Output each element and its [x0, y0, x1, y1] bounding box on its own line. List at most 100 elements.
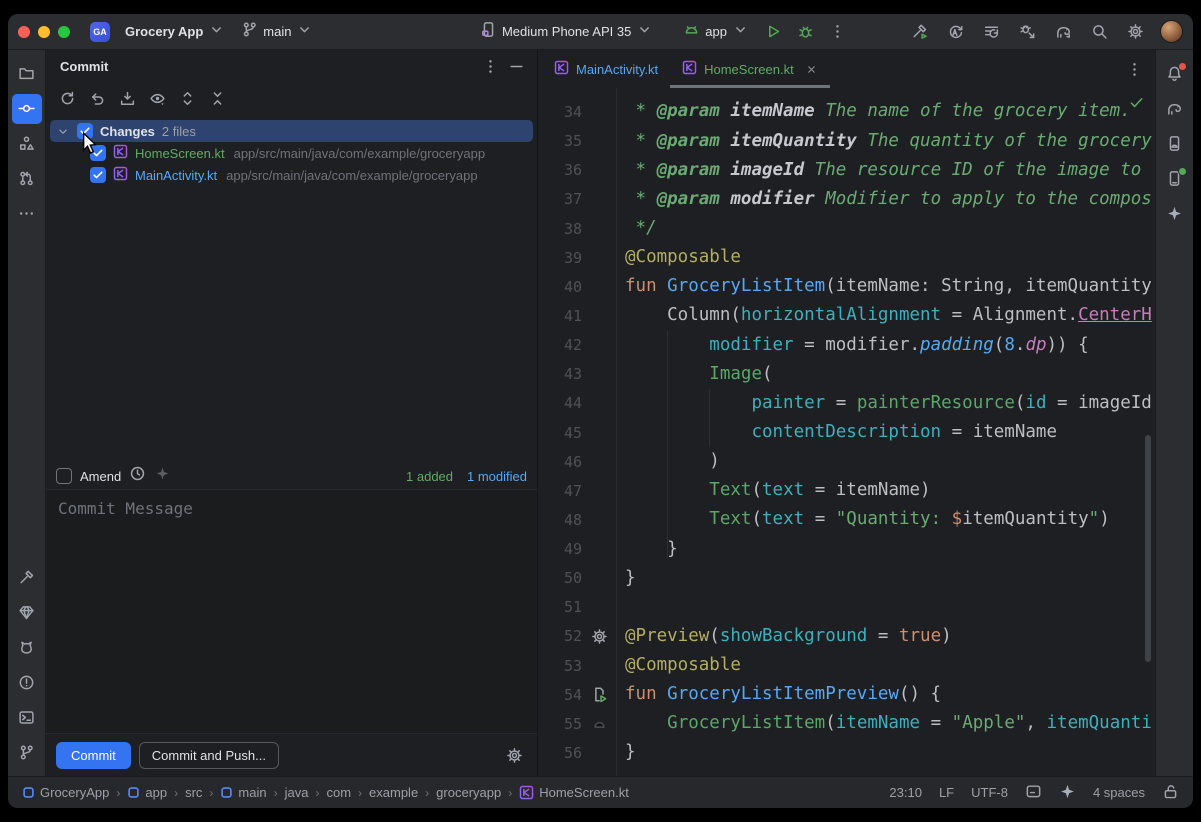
window-controls [18, 26, 70, 38]
breadcrumb-item[interactable]: HomeScreen.kt [519, 785, 629, 800]
breadcrumb-item[interactable]: GroceryApp [22, 785, 109, 800]
project-widget[interactable]: Grocery App [120, 18, 230, 46]
preview-run-gutter-icon[interactable] [582, 686, 616, 703]
show-diff-icon[interactable] [144, 85, 170, 111]
tool-window-running-devices-icon[interactable] [1160, 164, 1190, 194]
rollback-icon[interactable] [84, 85, 110, 111]
breadcrumb-item[interactable]: com [326, 785, 351, 800]
changed-file-row[interactable]: HomeScreen.kt app/src/main/java/com/exam… [50, 142, 533, 164]
right-tool-stripe [1155, 50, 1193, 776]
code-line-43: 43 Image( [538, 360, 1155, 389]
commit-settings-gear-icon[interactable] [501, 742, 527, 768]
gear-gutter-gutter-icon[interactable] [582, 628, 616, 645]
debug-button[interactable] [792, 19, 818, 45]
line-number: 45 [538, 424, 582, 442]
tool-window-device-manager-icon[interactable] [1160, 129, 1190, 159]
expand-all-icon[interactable] [174, 85, 200, 111]
search-icon[interactable] [1086, 19, 1112, 45]
ai-commit-message-sparkle-icon[interactable] [154, 465, 171, 487]
tool-window-gemini-icon[interactable] [1160, 199, 1190, 229]
kotlin-file-icon [554, 60, 569, 78]
code-line-54: 54fun GroceryListItemPreview() { [538, 680, 1155, 709]
minimize-window-button[interactable] [38, 26, 50, 38]
tool-window-structure-icon[interactable] [12, 129, 42, 159]
module-icon [220, 786, 233, 799]
gradle-sync-icon[interactable] [1050, 19, 1076, 45]
commit-history-clock-icon[interactable] [129, 465, 146, 487]
indent-setting[interactable]: 4 spaces [1093, 785, 1145, 800]
reader-mode-icon[interactable] [1025, 783, 1042, 803]
device-name: Medium Phone API 35 [502, 24, 631, 39]
modified-count: 1 modified [467, 469, 527, 484]
branch-widget[interactable]: main [236, 18, 318, 46]
shelve-silently-icon[interactable] [114, 85, 140, 111]
tool-window-notifications-icon[interactable] [1160, 59, 1190, 89]
collapse-all-icon[interactable] [204, 85, 230, 111]
user-avatar[interactable] [1160, 20, 1183, 43]
kotlin-file-icon [682, 60, 697, 78]
file-checkbox[interactable] [90, 167, 106, 183]
breadcrumb-item[interactable]: groceryapp [436, 785, 501, 800]
blob-gutter-icon[interactable] [582, 715, 616, 732]
tool-window-commit-icon[interactable] [12, 94, 42, 124]
settings-gear-icon[interactable] [1122, 19, 1148, 45]
zoom-window-button[interactable] [58, 26, 70, 38]
tool-window-pull-requests-icon[interactable] [12, 164, 42, 194]
changes-checkbox[interactable] [77, 123, 93, 139]
amend-checkbox[interactable] [56, 468, 72, 484]
run-button[interactable] [760, 19, 786, 45]
commit-options-kebab-icon[interactable] [477, 53, 503, 79]
tool-window-logcat-icon[interactable] [12, 633, 42, 663]
tool-window-app-quality-insights-icon[interactable] [12, 598, 42, 628]
chevron-down-icon[interactable] [56, 123, 70, 140]
refresh-icon[interactable] [54, 85, 80, 111]
tool-window-version-control-icon[interactable] [12, 738, 42, 768]
ai-sparkle-icon[interactable] [1059, 783, 1076, 803]
editor-area: MainActivity.kt HomeScreen.kt 34 * @para… [538, 50, 1155, 776]
changed-file-row[interactable]: MainActivity.kt app/src/main/java/com/ex… [50, 164, 533, 186]
tool-window-build-icon[interactable] [12, 563, 42, 593]
code-line-44: 44 painter = painterResource(id = imageI… [538, 389, 1155, 418]
tool-window-more-tool-windows-icon[interactable] [12, 199, 42, 229]
more-actions-kebab-icon[interactable] [824, 19, 850, 45]
file-encoding[interactable]: UTF-8 [971, 785, 1008, 800]
device-selector[interactable]: Medium Phone API 35 [475, 18, 658, 46]
commit-button[interactable]: Commit [56, 742, 131, 769]
close-tab-icon[interactable] [805, 63, 818, 76]
code-viewport[interactable]: 34 * @param itemName The name of the gro… [538, 88, 1155, 776]
line-number: 44 [538, 394, 582, 412]
profiler-icon[interactable] [978, 19, 1004, 45]
changes-group-row[interactable]: Changes 2 files [50, 120, 533, 142]
editor-options-kebab-icon[interactable] [1121, 56, 1147, 82]
commit-message-field[interactable]: Commit Message [46, 489, 537, 734]
run-configuration-selector[interactable]: app [678, 18, 754, 46]
tool-window-problems-icon[interactable] [12, 668, 42, 698]
close-window-button[interactable] [18, 26, 30, 38]
hide-tool-window-icon[interactable] [503, 53, 529, 79]
line-ending[interactable]: LF [939, 785, 954, 800]
build-run-icon[interactable] [906, 19, 932, 45]
breadcrumb-item[interactable]: java [285, 785, 309, 800]
breadcrumb-item[interactable]: example [369, 785, 418, 800]
editor-vertical-scrollbar[interactable] [1145, 435, 1151, 662]
apply-changes-icon[interactable] [942, 19, 968, 45]
breadcrumb-item[interactable]: main [220, 785, 266, 800]
attach-debugger-icon[interactable] [1014, 19, 1040, 45]
tool-window-project-folder-icon[interactable] [12, 59, 42, 89]
code-line-45: 45 contentDescription = itemName [538, 418, 1155, 447]
caret-position[interactable]: 23:10 [889, 785, 922, 800]
editor-tab-MainActivity.kt[interactable]: MainActivity.kt [542, 50, 670, 88]
code-line-37: 37 * @param modifier Modifier to apply t… [538, 185, 1155, 214]
breadcrumb-item[interactable]: app [127, 785, 167, 800]
editor-tab-HomeScreen.kt[interactable]: HomeScreen.kt [670, 50, 830, 88]
line-number: 42 [538, 336, 582, 354]
line-number: 52 [538, 627, 582, 645]
commit-and-push-button[interactable]: Commit and Push... [139, 742, 279, 769]
tool-window-gradle-icon[interactable] [1160, 94, 1190, 124]
changes-count: 2 files [162, 124, 196, 139]
lock-open-icon[interactable] [1162, 783, 1179, 803]
file-checkbox[interactable] [90, 145, 106, 161]
line-number: 53 [538, 657, 582, 675]
breadcrumb-item[interactable]: src [185, 785, 202, 800]
tool-window-terminal-icon[interactable] [12, 703, 42, 733]
